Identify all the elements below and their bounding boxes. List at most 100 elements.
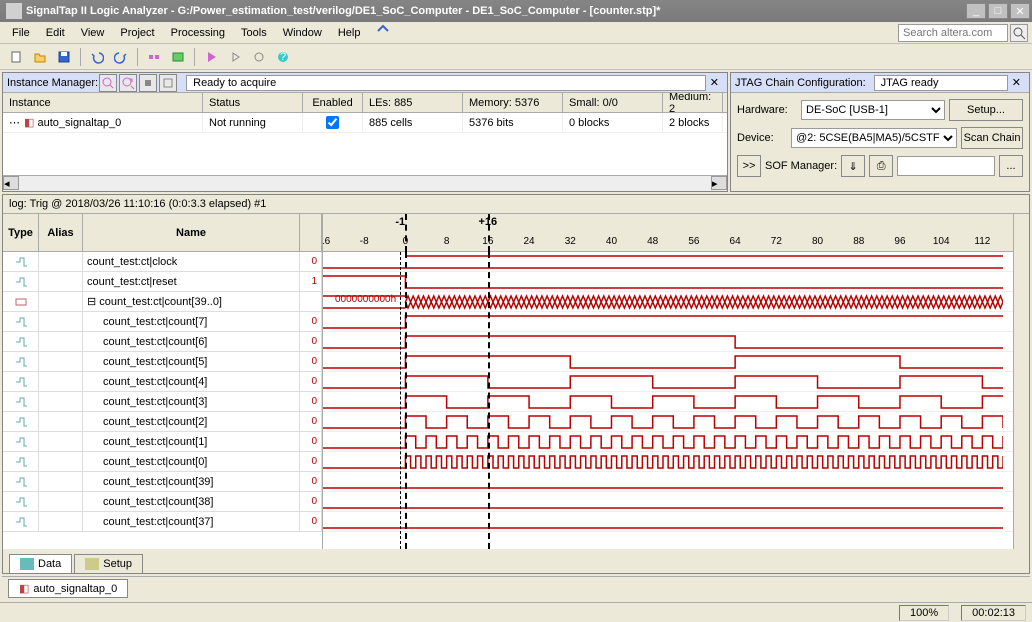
menu-edit[interactable]: Edit: [38, 25, 73, 41]
jtag-close-icon[interactable]: ✕: [1008, 76, 1025, 89]
wave-vscroll[interactable]: [1013, 214, 1029, 549]
signal-type-icon: [3, 312, 39, 331]
search-icon[interactable]: [1010, 24, 1028, 42]
im-run-icon[interactable]: [99, 74, 117, 92]
analyze-icon[interactable]: [167, 46, 189, 68]
col-instance[interactable]: Instance: [3, 93, 203, 112]
wave-log: log: Trig @ 2018/03/26 11:10:16 (0:0:3.3…: [3, 195, 1029, 214]
menu-tools[interactable]: Tools: [233, 25, 275, 41]
signal-row[interactable]: count_test:ct|clock0: [3, 252, 322, 272]
signal-value: 0: [300, 452, 322, 471]
signal-name: count_test:ct|count[1]: [83, 432, 300, 451]
sof-attach-icon[interactable]: ⎙: [869, 155, 893, 177]
save-icon[interactable]: [53, 46, 75, 68]
minimize-button[interactable]: _: [966, 3, 986, 19]
scan-chain-button[interactable]: Scan Chain: [961, 127, 1023, 149]
statusbar: 100% 00:02:13: [0, 602, 1032, 622]
wave-trace: [323, 392, 1013, 412]
setup-button[interactable]: Setup...: [949, 99, 1023, 121]
sof-file-field[interactable]: [897, 156, 995, 176]
signal-value: 1: [300, 272, 322, 291]
window-title: SignalTap II Logic Analyzer - G:/Power_e…: [26, 5, 966, 17]
device-select[interactable]: @2: 5CSE(BA5|MA5)/5CSTF: [791, 128, 957, 148]
signal-row[interactable]: count_test:ct|count[5]0: [3, 352, 322, 372]
im-read-icon[interactable]: [159, 74, 177, 92]
settings-icon[interactable]: [248, 46, 270, 68]
main-toolbar: ?: [0, 44, 1032, 70]
wave-ruler[interactable]: -1+16-16-8081624324048566472808896104112: [323, 214, 1013, 252]
signal-row[interactable]: count_test:ct|count[1]0: [3, 432, 322, 452]
stop-icon2[interactable]: [224, 46, 246, 68]
new-file-icon[interactable]: [5, 46, 27, 68]
undo-icon[interactable]: [86, 46, 108, 68]
search-input[interactable]: [898, 24, 1008, 42]
menu-view[interactable]: View: [73, 25, 113, 41]
signal-alias: [39, 252, 83, 271]
instance-row[interactable]: ⋯◧ auto_signaltap_0 Not running 885 cell…: [3, 113, 727, 133]
signal-row[interactable]: count_test:ct|reset1: [3, 272, 322, 292]
signal-row[interactable]: count_test:ct|count[7]0: [3, 312, 322, 332]
instance-enabled-checkbox[interactable]: [326, 116, 339, 129]
help-icon[interactable]: ?: [272, 46, 294, 68]
instance-hscroll[interactable]: ◂▸: [3, 175, 727, 191]
close-button[interactable]: ✕: [1010, 3, 1030, 19]
im-close-icon[interactable]: ✕: [706, 76, 723, 89]
col-status[interactable]: Status: [203, 93, 303, 112]
col-type[interactable]: Type: [3, 214, 39, 251]
im-loop-icon[interactable]: [119, 74, 137, 92]
signal-name: count_test:ct|count[38]: [83, 492, 300, 511]
signal-type-icon: [3, 332, 39, 351]
signal-row[interactable]: count_test:ct|count[38]0: [3, 492, 322, 512]
signal-row[interactable]: count_test:ct|count[6]0: [3, 332, 322, 352]
signal-row[interactable]: count_test:ct|count[37]0: [3, 512, 322, 532]
signal-row[interactable]: count_test:ct|count[2]0: [3, 412, 322, 432]
signal-name: count_test:ct|count[6]: [83, 332, 300, 351]
im-stop-icon[interactable]: [139, 74, 157, 92]
sof-more-button[interactable]: >>: [737, 155, 761, 177]
signal-value: 0: [300, 332, 322, 351]
signal-row[interactable]: count_test:ct|count[3]0: [3, 392, 322, 412]
menu-link-icon[interactable]: [368, 22, 398, 43]
menu-processing[interactable]: Processing: [163, 25, 233, 41]
wave-trace: [323, 512, 1013, 532]
im-status: Ready to acquire: [186, 75, 706, 91]
signal-type-icon: [3, 392, 39, 411]
wave-trace: [323, 412, 1013, 432]
menu-window[interactable]: Window: [275, 25, 330, 41]
col-les[interactable]: LEs: 885: [363, 93, 463, 112]
tab-data[interactable]: Data: [9, 554, 72, 573]
menu-help[interactable]: Help: [330, 25, 369, 41]
signal-alias: [39, 332, 83, 351]
col-enabled[interactable]: Enabled: [303, 93, 363, 112]
signal-name: count_test:ct|count[4]: [83, 372, 300, 391]
menu-file[interactable]: File: [4, 25, 38, 41]
wave-trace: [323, 332, 1013, 352]
signal-alias: [39, 452, 83, 471]
compile-icon[interactable]: [143, 46, 165, 68]
signal-row[interactable]: ⊟ count_test:ct|count[39..0]: [3, 292, 322, 312]
signal-alias: [39, 312, 83, 331]
signal-row[interactable]: count_test:ct|count[4]0: [3, 372, 322, 392]
signal-name: count_test:ct|count[7]: [83, 312, 300, 331]
sof-download-icon[interactable]: ⇓: [841, 155, 865, 177]
signal-type-icon: [3, 472, 39, 491]
signal-alias: [39, 412, 83, 431]
col-alias[interactable]: Alias: [39, 214, 83, 251]
redo-icon[interactable]: [110, 46, 132, 68]
menu-project[interactable]: Project: [112, 25, 162, 41]
tab-setup[interactable]: Setup: [74, 554, 143, 573]
maximize-button[interactable]: □: [988, 3, 1008, 19]
signal-name: count_test:ct|count[5]: [83, 352, 300, 371]
col-name[interactable]: Name: [83, 214, 300, 251]
doc-tab[interactable]: ◧ auto_signaltap_0: [8, 579, 128, 598]
signal-row[interactable]: count_test:ct|count[0]0: [3, 452, 322, 472]
col-small[interactable]: Small: 0/0: [563, 93, 663, 112]
wave-chart[interactable]: 0000000000h: [323, 252, 1013, 549]
col-memory[interactable]: Memory: 5376: [463, 93, 563, 112]
open-file-icon[interactable]: [29, 46, 51, 68]
sof-browse-button[interactable]: ...: [999, 155, 1023, 177]
signal-row[interactable]: count_test:ct|count[39]0: [3, 472, 322, 492]
col-medium[interactable]: Medium: 2: [663, 93, 723, 112]
run-icon[interactable]: [200, 46, 222, 68]
hardware-select[interactable]: DE-SoC [USB-1]: [801, 100, 945, 120]
